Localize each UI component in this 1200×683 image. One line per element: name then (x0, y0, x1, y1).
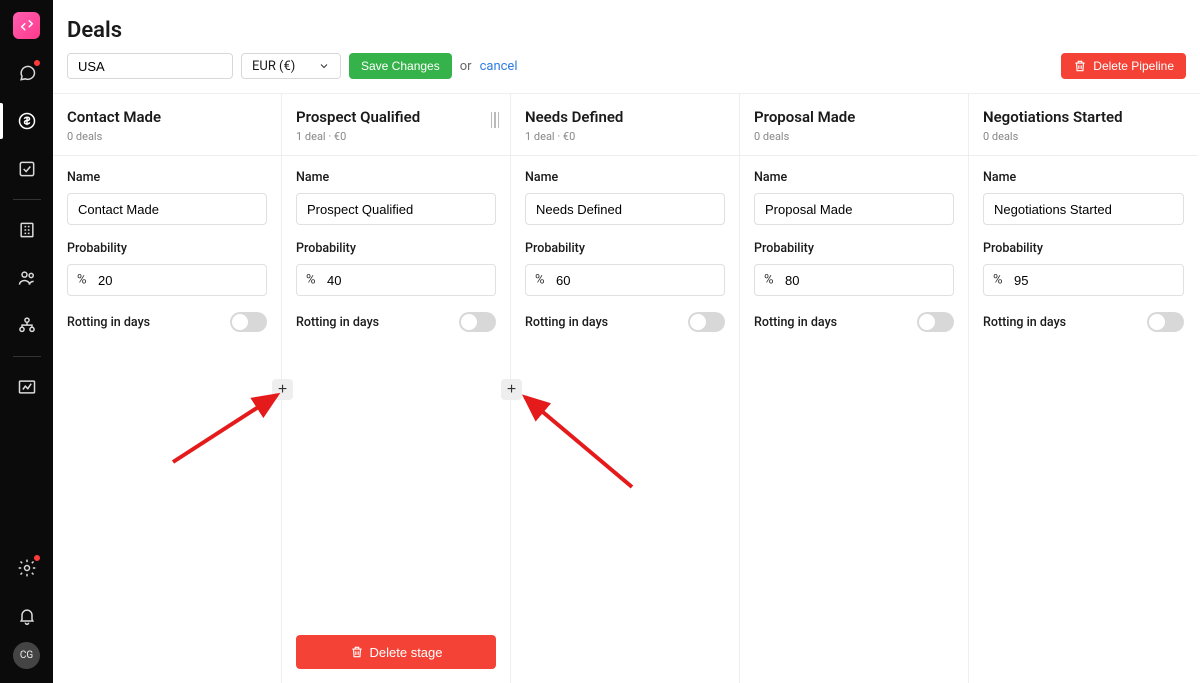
nav-reports-icon[interactable] (0, 365, 53, 409)
rotting-label: Rotting in days (525, 315, 608, 330)
percent-prefix: % (993, 273, 1003, 288)
probability-label: Probability (296, 241, 496, 256)
nav-org-icon[interactable] (0, 304, 53, 348)
rotting-label: Rotting in days (67, 315, 150, 330)
page-title: Deals (67, 18, 1186, 43)
nav-people-icon[interactable] (0, 256, 53, 300)
name-label: Name (525, 170, 725, 185)
nav-notifications-icon[interactable] (0, 594, 53, 638)
column-title: Prospect Qualified (296, 108, 496, 126)
percent-prefix: % (77, 273, 87, 288)
column-title: Proposal Made (754, 108, 954, 126)
nav-settings-icon[interactable] (0, 546, 53, 590)
column-subtitle: 1 deal · €0 (296, 130, 496, 143)
stage-name-input[interactable] (754, 193, 954, 225)
currency-select[interactable]: EUR (€) (241, 53, 341, 79)
column-subtitle: 0 deals (67, 130, 267, 143)
stage-name-input[interactable] (525, 193, 725, 225)
delete-stage-button[interactable]: Delete stage (296, 635, 496, 669)
stage-name-input[interactable] (67, 193, 267, 225)
rotting-toggle[interactable] (917, 312, 954, 332)
probability-label: Probability (67, 241, 267, 256)
column-title: Needs Defined (525, 108, 725, 126)
add-stage-button[interactable]: + (501, 379, 522, 400)
currency-value: EUR (€) (252, 59, 295, 74)
save-button[interactable]: Save Changes (349, 53, 452, 79)
rotting-toggle[interactable] (1147, 312, 1184, 332)
chevron-down-icon (318, 60, 330, 72)
percent-prefix: % (764, 273, 774, 288)
name-label: Name (754, 170, 954, 185)
probability-input[interactable] (754, 264, 954, 296)
avatar[interactable]: CG (13, 642, 40, 669)
rotting-label: Rotting in days (296, 315, 379, 330)
drag-handle-icon[interactable] (490, 112, 501, 132)
percent-prefix: % (535, 273, 545, 288)
delete-pipeline-button[interactable]: Delete Pipeline (1061, 53, 1186, 79)
rotting-label: Rotting in days (983, 315, 1066, 330)
rotting-label: Rotting in days (754, 315, 837, 330)
column-subtitle: 0 deals (754, 130, 954, 143)
rotting-toggle[interactable] (230, 312, 267, 332)
stage-name-input[interactable] (296, 193, 496, 225)
probability-input[interactable] (983, 264, 1184, 296)
toolbar: EUR (€) Save Changes or cancel Delete Pi… (53, 53, 1200, 93)
name-label: Name (296, 170, 496, 185)
probability-input[interactable] (296, 264, 496, 296)
column-subtitle: 0 deals (983, 130, 1184, 143)
nav-chat-icon[interactable] (0, 51, 53, 95)
pipeline-column: Proposal Made 0 deals Name Probability% Rott… (740, 94, 969, 683)
pipeline-name-input[interactable] (67, 53, 233, 79)
probability-label: Probability (525, 241, 725, 256)
column-subtitle: 1 deal · €0 (525, 130, 725, 143)
stage-name-input[interactable] (983, 193, 1184, 225)
add-stage-button[interactable]: + (272, 379, 293, 400)
probability-input[interactable] (67, 264, 267, 296)
percent-prefix: % (306, 273, 316, 288)
cancel-link[interactable]: cancel (480, 59, 518, 74)
pipeline-column: +Needs Defined1 deal · €0NameProbability… (511, 94, 740, 683)
nav-deals-icon[interactable] (0, 99, 53, 143)
app-logo[interactable] (13, 12, 40, 39)
rotting-toggle[interactable] (459, 312, 496, 332)
sidebar: CG (0, 0, 53, 683)
name-label: Name (983, 170, 1184, 185)
column-title: Negotiations Started (983, 108, 1184, 126)
pipeline-column: Negotiations Started 0 deals Name Probabili… (969, 94, 1198, 683)
probability-input[interactable] (525, 264, 725, 296)
column-title: Contact Made (67, 108, 267, 126)
probability-label: Probability (754, 241, 954, 256)
pipeline-column: Contact Made 0 deals Name Probability% Rotti… (53, 94, 282, 683)
pipeline-board: Contact Made 0 deals Name Probability% Rotti… (53, 93, 1200, 683)
name-label: Name (67, 170, 267, 185)
or-text: or (460, 59, 472, 74)
pipeline-column: +Prospect Qualified1 deal · €0NameProbab… (282, 94, 511, 683)
trash-icon (1073, 59, 1087, 73)
rotting-toggle[interactable] (688, 312, 725, 332)
probability-label: Probability (983, 241, 1184, 256)
nav-tasks-icon[interactable] (0, 147, 53, 191)
nav-companies-icon[interactable] (0, 208, 53, 252)
